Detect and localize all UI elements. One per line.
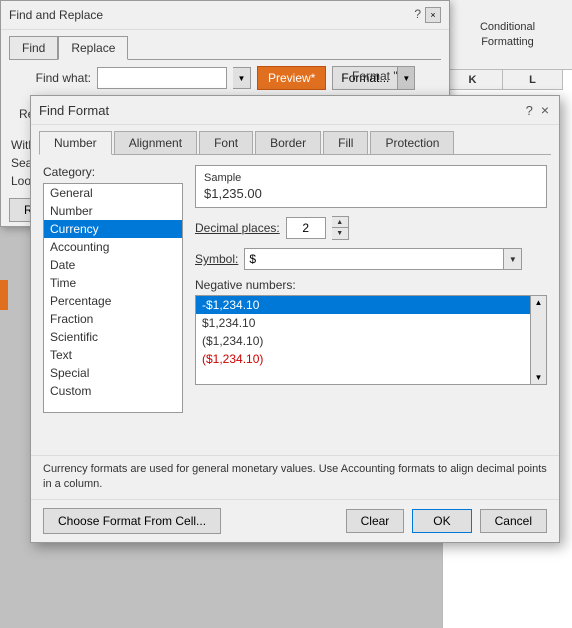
ff-bottom-left: Choose Format From Cell... [43,508,221,534]
find-what-label: Find what: [11,71,91,85]
find-replace-controls: ? × [414,7,441,23]
cat-accounting[interactable]: Accounting [44,238,182,256]
neg-item-2[interactable]: ($1,234.10) [196,332,530,350]
choose-format-btn[interactable]: Choose Format From Cell... [43,508,221,534]
find-what-input[interactable] [97,67,227,89]
conditional-formatting-label: Conditional Formatting [480,20,535,49]
ff-tabs: Number Alignment Font Border Fill Protec… [31,125,559,154]
ff-controls: ? × [526,102,551,118]
symbol-label: Symbol: [195,252,238,266]
ff-tab-protection[interactable]: Protection [370,131,454,154]
category-panel: Category: General Number Currency Accoun… [43,165,183,445]
sample-label: Sample [204,172,538,184]
decimal-down-btn[interactable]: ▼ [332,228,348,239]
decimal-row: Decimal places: ▲ ▼ [195,216,547,240]
ff-close-btn[interactable]: × [539,102,551,118]
find-replace-tabs: Find Replace [1,30,449,59]
neg-list-wrapper: -$1,234.10 $1,234.10 ($1,234.10) ($1,234… [195,295,547,385]
find-replace-titlebar: Find and Replace ? × [1,1,449,30]
ff-tab-border[interactable]: Border [255,131,321,154]
find-replace-close[interactable]: × [425,7,441,23]
ff-bottom-right: Clear OK Cancel [346,509,547,533]
tab-replace[interactable]: Replace [58,36,128,60]
ff-tab-fill[interactable]: Fill [323,131,368,154]
cat-fraction[interactable]: Fraction [44,310,182,328]
neg-scroll-up[interactable]: ▲ [535,298,543,307]
col-k-header: K [443,70,503,90]
cat-currency[interactable]: Currency [44,220,182,238]
neg-item-1[interactable]: $1,234.10 [196,314,530,332]
ok-btn[interactable]: OK [412,509,471,533]
excel-ribbon-fragment: Conditional Formatting [442,0,572,70]
format-label-top: Format " [352,69,398,83]
right-panel: Sample $1,235.00 Decimal places: ▲ ▼ Sym… [195,165,547,445]
neg-scroll-down[interactable]: ▼ [535,373,543,382]
cat-date[interactable]: Date [44,256,182,274]
description-text: Currency formats are used for general mo… [31,455,559,499]
decimal-input[interactable] [286,217,326,239]
cat-general[interactable]: General [44,184,182,202]
tab-find[interactable]: Find [9,36,58,59]
cat-number[interactable]: Number [44,202,182,220]
cat-special[interactable]: Special [44,364,182,382]
find-replace-title: Find and Replace [9,8,103,22]
neg-item-3[interactable]: ($1,234.10) [196,350,530,368]
find-format-dialog: Find Format ? × Number Alignment Font Bo… [30,95,560,543]
cat-text[interactable]: Text [44,346,182,364]
sample-section: Sample $1,235.00 [195,165,547,208]
sample-value: $1,235.00 [204,186,538,201]
decimal-up-btn[interactable]: ▲ [332,217,348,228]
category-label: Category: [43,165,183,179]
ff-content: Category: General Number Currency Accoun… [31,155,559,455]
format-btn-1-arrow[interactable]: ▼ [398,66,415,90]
category-list: General Number Currency Accounting Date … [43,183,183,413]
ff-tab-alignment[interactable]: Alignment [114,131,197,154]
orange-bar [0,280,8,310]
symbol-select: ▼ [244,248,522,270]
preview-btn-1[interactable]: Preview* [257,66,326,90]
symbol-dropdown-btn[interactable]: ▼ [504,248,522,270]
decimal-spinner: ▲ ▼ [332,216,349,240]
cat-percentage[interactable]: Percentage [44,292,182,310]
find-replace-help[interactable]: ? [414,7,421,23]
ff-help-btn[interactable]: ? [526,103,533,118]
ff-tab-font[interactable]: Font [199,131,253,154]
cancel-btn[interactable]: Cancel [480,509,547,533]
negative-label: Negative numbers: [195,278,547,292]
find-what-dropdown[interactable]: ▼ [233,67,251,89]
ff-titlebar: Find Format ? × [31,96,559,125]
cat-scientific[interactable]: Scientific [44,328,182,346]
col-l-header: L [503,70,563,90]
ff-title: Find Format [39,103,109,118]
cat-time[interactable]: Time [44,274,182,292]
negative-list: -$1,234.10 $1,234.10 ($1,234.10) ($1,234… [195,295,531,385]
neg-item-0[interactable]: -$1,234.10 [196,296,530,314]
cat-custom[interactable]: Custom [44,382,182,400]
ff-tab-number[interactable]: Number [39,131,112,155]
symbol-row: Symbol: ▼ [195,248,547,270]
decimal-label: Decimal places: [195,221,280,235]
clear-btn[interactable]: Clear [346,509,405,533]
ff-bottom-bar: Choose Format From Cell... Clear OK Canc… [31,499,559,542]
neg-list-scrollbar: ▲ ▼ [531,295,547,385]
symbol-input[interactable] [244,248,504,270]
negative-numbers-section: Negative numbers: -$1,234.10 $1,234.10 (… [195,278,547,385]
